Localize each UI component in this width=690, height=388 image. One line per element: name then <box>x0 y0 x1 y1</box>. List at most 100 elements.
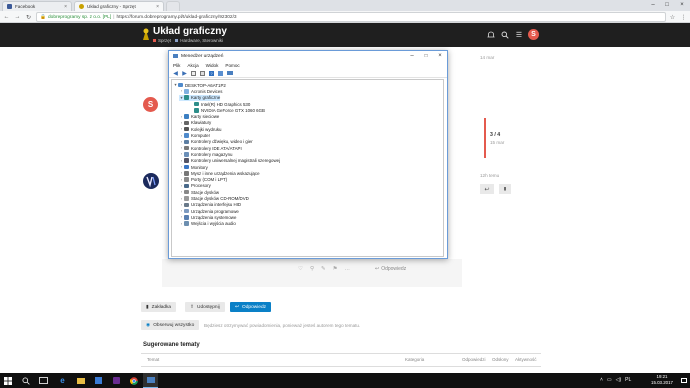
software-device-icon <box>184 208 189 214</box>
display-adapter-icon <box>184 95 189 100</box>
more-icon[interactable]: … <box>345 266 351 272</box>
device-icon <box>184 89 189 94</box>
reply-icon: ↩ <box>375 266 380 272</box>
site-logo-icon[interactable] <box>141 27 151 41</box>
menu-view[interactable]: Widok <box>206 63 219 68</box>
store-icon[interactable] <box>91 373 106 388</box>
back-icon[interactable]: ◀ <box>172 70 179 77</box>
search-icon[interactable] <box>18 373 33 388</box>
subcategory-color-icon <box>175 39 179 42</box>
close-icon[interactable]: × <box>64 4 67 10</box>
disk-icon <box>184 189 189 195</box>
menu-file[interactable]: Plik <box>173 63 180 68</box>
clock[interactable]: 19:21 15.03.2017 <box>648 374 676 385</box>
forward-icon[interactable]: → <box>13 11 22 23</box>
reply-topic-button[interactable]: ↩ Odpowiedz <box>230 302 272 312</box>
window-title: Menedżer urządzeń <box>181 53 224 59</box>
task-view-icon[interactable] <box>36 373 51 388</box>
timeline-scrollbar[interactable] <box>484 118 486 158</box>
tree-item-label: Urządzenia systemowe <box>191 214 237 220</box>
menu-icon[interactable]: ⋮ <box>679 11 688 23</box>
forward-icon[interactable]: ▶ <box>181 70 188 77</box>
watching-icon: ◉ <box>146 322 151 328</box>
share-button[interactable]: ⇪ Udostępnij <box>185 302 225 312</box>
reload-icon[interactable]: ↻ <box>24 11 33 23</box>
tree-item-label: Komputer <box>191 133 211 139</box>
close-icon[interactable]: × <box>156 4 159 10</box>
avatar[interactable] <box>143 173 159 189</box>
divider <box>141 353 541 354</box>
network-icon[interactable]: ▭ <box>607 377 612 383</box>
tree-category-item[interactable]: › Wejścia i wyjścia audio <box>179 221 236 227</box>
back-icon[interactable]: ← <box>2 11 11 23</box>
link-icon[interactable]: ⚲ <box>310 266 314 272</box>
column-header: Odpowiedzi <box>462 357 486 362</box>
tree-item-label: Intel(R) HD Graphics 530 <box>201 101 251 107</box>
bookmark-button[interactable]: ▮ Zakładka <box>141 302 177 312</box>
help-icon[interactable]: ? <box>208 70 215 77</box>
tree-item-label: Urządzenia interfejsu HID <box>191 202 242 208</box>
lock-icon: 🔒 <box>40 14 46 20</box>
properties-icon[interactable] <box>190 70 197 77</box>
tab-uklad-graficzny[interactable]: Układ graficzny - Sprzęt × <box>74 1 164 11</box>
flag-icon[interactable]: ⚑ <box>333 266 338 272</box>
reply-counter-icon[interactable]: ✎ <box>321 266 326 272</box>
hid-icon <box>184 202 189 208</box>
avatar[interactable]: S <box>143 97 158 112</box>
divider <box>141 366 541 367</box>
like-icon[interactable]: ♡ <box>298 266 303 272</box>
notifications-icon[interactable] <box>486 30 496 40</box>
close-window-icon[interactable]: × <box>434 51 446 61</box>
chrome-icon[interactable] <box>126 373 141 388</box>
start-icon[interactable] <box>0 373 15 388</box>
close-window-icon[interactable]: × <box>675 0 689 9</box>
device-tree[interactable]: ▼ DESKTOP-A6AT1P2 › Acronis Devices ▼ Karty… <box>171 79 444 257</box>
page-title[interactable]: Układ graficzny <box>153 26 227 37</box>
maximize-icon[interactable]: □ <box>420 51 432 61</box>
tray-up-icon[interactable]: ˄ <box>600 377 603 383</box>
file-explorer-icon[interactable] <box>73 373 88 388</box>
port-icon <box>184 177 189 182</box>
language-icon[interactable]: PL <box>625 377 631 383</box>
maximize-icon[interactable]: □ <box>660 0 674 9</box>
minimize-icon[interactable]: – <box>406 51 418 61</box>
minimize-icon[interactable]: – <box>646 0 660 9</box>
category-link[interactable]: Sprzęt <box>158 38 171 43</box>
device-manager-icon <box>173 54 178 58</box>
tree-item-label: Stacje dysków CD-ROM/DVD <box>191 196 249 202</box>
tree-item-label: Klawiatury <box>191 120 212 126</box>
menu-help[interactable]: Pomoc <box>225 63 239 68</box>
scan-hardware-icon[interactable] <box>226 70 233 77</box>
tree-item-label: Urządzenia programowe <box>191 208 239 214</box>
app-icon[interactable] <box>109 373 124 388</box>
share-icon: ⇪ <box>190 304 195 310</box>
reply-icon[interactable]: ↩ <box>480 184 494 194</box>
suggested-topics-title: Sugerowane tematy <box>143 342 200 348</box>
tab-facebook[interactable]: Facebook × <box>2 1 72 11</box>
watching-label: Obserwuj wszystko <box>153 322 195 328</box>
avatar[interactable]: S <box>528 29 539 40</box>
device-manager-window: Menedżer urządzeń – □ × Plik Akcja Widok… <box>168 50 448 259</box>
subcategory-link[interactable]: Hardware, Sterowniki <box>180 38 223 43</box>
monitor-icon <box>184 164 189 170</box>
notification-level-button[interactable]: ◉ Obserwuj wszystko <box>141 320 200 330</box>
tree-item-label: NVIDIA GeForce GTX 1060 6GB <box>201 107 265 113</box>
update-driver-icon[interactable] <box>217 70 224 77</box>
tree-item-label: Monitory <box>191 164 208 170</box>
device-manager-task-icon[interactable] <box>143 373 158 388</box>
notifications-center-icon[interactable] <box>678 373 690 388</box>
reply-button[interactable]: ↩ Odpowiedz <box>375 266 406 272</box>
tree-item-label: Porty (COM i LPT) <box>191 177 228 183</box>
bookmark-icon[interactable]: ▮ <box>499 184 511 194</box>
star-icon[interactable]: ☆ <box>668 11 677 23</box>
volume-icon[interactable]: ◁) <box>616 377 622 383</box>
tab-label: Układ graficzny - Sprzęt <box>87 4 136 9</box>
address-bar[interactable]: 🔒 dobreprogramy sp. z o.o. [PL] | https:… <box>36 12 666 22</box>
search-icon[interactable] <box>500 30 510 40</box>
new-tab-button[interactable] <box>166 1 180 11</box>
cpu-icon <box>184 183 189 189</box>
hamburger-menu-icon[interactable]: ☰ <box>514 30 524 40</box>
menu-action[interactable]: Akcja <box>187 63 198 68</box>
show-hide-icon[interactable] <box>199 70 206 77</box>
edge-icon[interactable]: e <box>55 373 70 388</box>
